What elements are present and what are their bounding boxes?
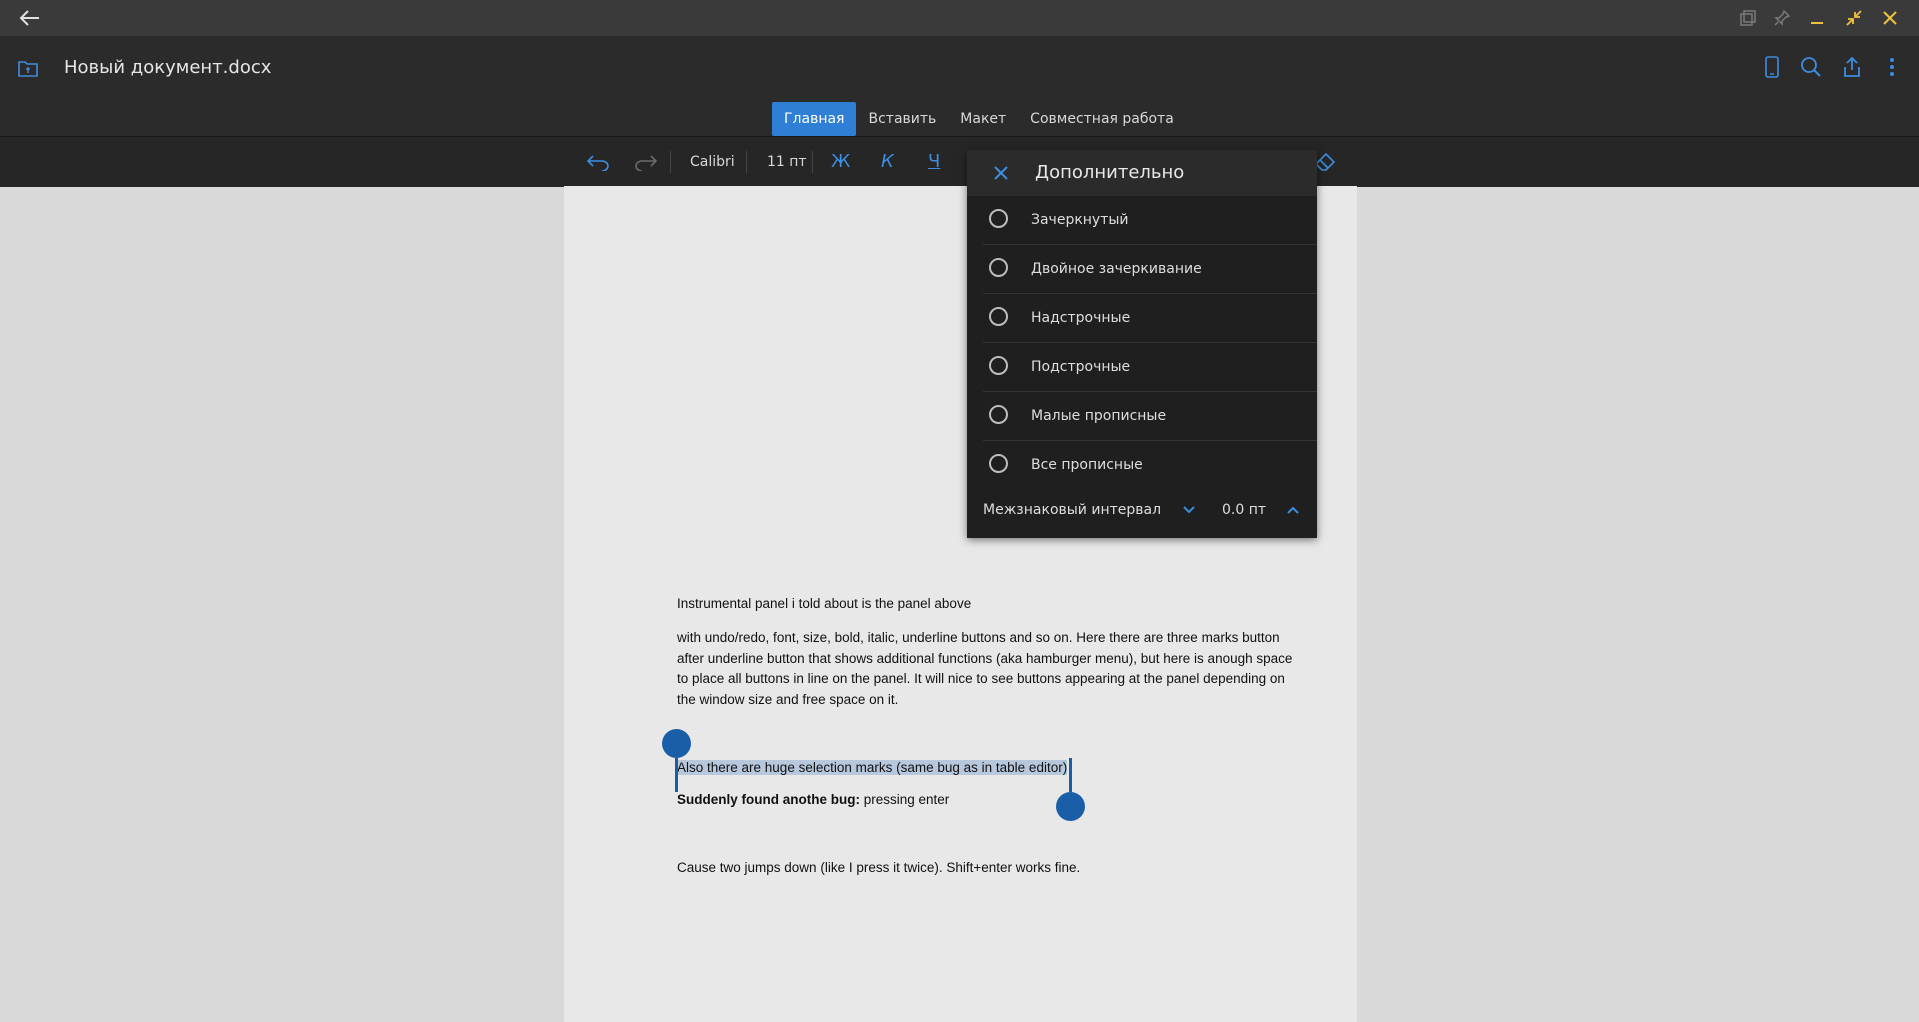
toolbar-separator	[670, 151, 671, 173]
app-header: Новый документ.docx Главная Вставить Мак…	[0, 36, 1919, 136]
toolbar-separator	[746, 151, 747, 173]
ribbon-tabs: Главная Вставить Макет Совместная работа	[772, 102, 1186, 136]
popup-header: Дополнительно	[967, 150, 1317, 196]
italic-button[interactable]: К	[881, 137, 894, 187]
pin-icon[interactable]	[1770, 6, 1794, 30]
chevron-down-icon[interactable]	[1177, 498, 1201, 522]
radio-button[interactable]	[989, 405, 1008, 424]
option-label: Надстрочные	[1031, 310, 1131, 326]
radio-button[interactable]	[989, 307, 1008, 326]
formatting-toolbar: Calibri 11 пт Ж К Ч	[0, 136, 1919, 187]
bold-button[interactable]: Ж	[831, 137, 850, 187]
copy-window-icon[interactable]	[1736, 6, 1760, 30]
selection-start-caret	[675, 758, 678, 792]
selected-text[interactable]: Also there are huge selection marks (sam…	[677, 760, 1068, 775]
selection-end-caret	[1069, 758, 1072, 792]
search-icon[interactable]	[1798, 50, 1824, 84]
shrink-icon[interactable]	[1842, 6, 1866, 30]
share-icon[interactable]	[1840, 50, 1864, 84]
close-window-icon[interactable]	[1878, 6, 1902, 30]
popup-title: Дополнительно	[1035, 162, 1185, 183]
tab-collaboration[interactable]: Совместная работа	[1018, 102, 1186, 136]
redo-icon[interactable]	[632, 149, 660, 175]
minimize-icon[interactable]	[1805, 6, 1829, 30]
option-double-strikethrough[interactable]: Двойное зачеркивание	[983, 245, 1317, 294]
option-label: Подстрочные	[1031, 359, 1131, 375]
character-spacing-label: Межзнаковый интервал	[983, 502, 1162, 518]
document-paragraph[interactable]: Cause two jumps down (like I press it tw…	[677, 858, 1307, 879]
option-label: Малые прописные	[1031, 408, 1167, 424]
window-titlebar	[0, 0, 1919, 36]
radio-button[interactable]	[989, 258, 1008, 277]
option-strikethrough[interactable]: Зачеркнутый	[983, 196, 1317, 245]
radio-button[interactable]	[989, 454, 1008, 473]
back-arrow-icon[interactable]	[16, 6, 44, 30]
selection-end-handle[interactable]	[1056, 792, 1085, 821]
toolbar-separator	[812, 151, 813, 173]
radio-button[interactable]	[989, 356, 1008, 375]
character-spacing-value: 0.0 пт	[1222, 502, 1267, 518]
chevron-up-icon[interactable]	[1281, 498, 1305, 522]
document-paragraph[interactable]: Instrumental panel i told about is the p…	[677, 594, 1307, 615]
option-label: Зачеркнутый	[1031, 212, 1129, 228]
more-vertical-icon[interactable]	[1882, 50, 1902, 84]
option-small-caps[interactable]: Малые прописные	[983, 392, 1317, 441]
option-label: Двойное зачеркивание	[1031, 261, 1202, 277]
folder-icon[interactable]	[16, 54, 40, 82]
font-size-select[interactable]: 11 пт	[767, 137, 807, 187]
tab-layout[interactable]: Макет	[948, 102, 1018, 136]
document-paragraph[interactable]: Suddenly found anothe bug: pressing ente…	[677, 790, 1307, 811]
character-spacing-row: Межзнаковый интервал 0.0 пт	[967, 482, 1317, 538]
close-icon[interactable]	[989, 161, 1013, 185]
radio-button[interactable]	[989, 209, 1008, 228]
font-name-select[interactable]: Calibri	[690, 137, 735, 187]
document-title: Новый документ.docx	[64, 57, 272, 78]
underline-button[interactable]: Ч	[928, 137, 940, 187]
option-subscript[interactable]: Подстрочные	[983, 343, 1317, 392]
tab-home[interactable]: Главная	[772, 102, 857, 136]
document-paragraph[interactable]: Also there are huge selection marks (sam…	[677, 758, 1307, 779]
mobile-view-icon[interactable]	[1760, 50, 1784, 84]
option-superscript[interactable]: Надстрочные	[983, 294, 1317, 343]
document-paragraph[interactable]: with undo/redo, font, size, bold, italic…	[677, 628, 1307, 710]
bold-text: Suddenly found anothe bug:	[677, 792, 860, 807]
body-text: pressing enter	[859, 792, 950, 807]
tab-insert[interactable]: Вставить	[856, 102, 948, 136]
selection-start-handle[interactable]	[662, 729, 691, 758]
undo-icon[interactable]	[584, 149, 612, 175]
additional-formatting-popup: Дополнительно Зачеркнутый Двойное зачерк…	[967, 150, 1317, 538]
